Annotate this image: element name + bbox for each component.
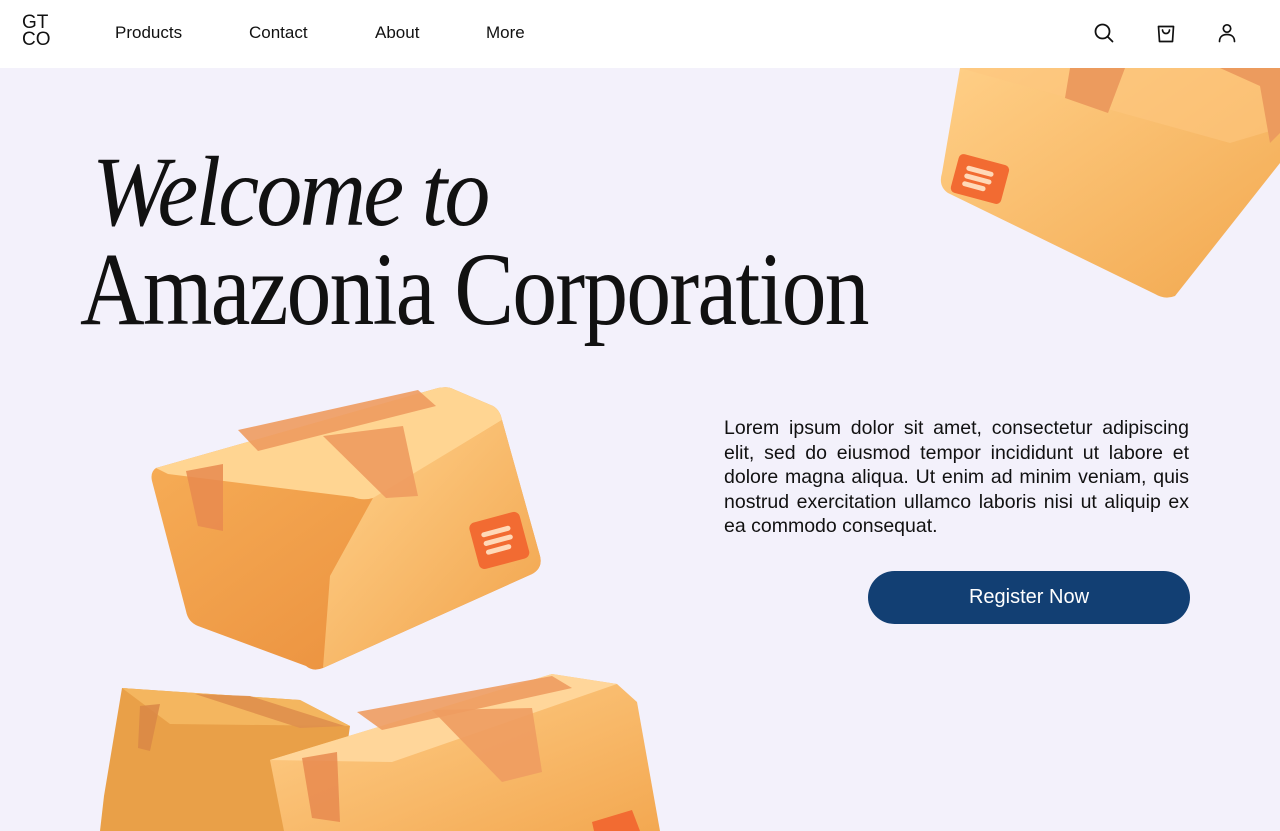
user-icon[interactable] [1215,21,1239,45]
brand-logo[interactable]: GT CO [22,13,62,50]
hero-headline: Welcome to Amazonia Corporation [80,136,996,347]
search-icon[interactable] [1092,21,1116,45]
nav-link-products[interactable]: Products [115,23,182,43]
hero-title-line-1: Welcome to [92,136,490,247]
shopping-bag-icon[interactable] [1154,21,1178,45]
hero-description: Lorem ipsum dolor sit amet, consectetur … [724,417,1189,537]
nav-link-about[interactable]: About [375,23,419,43]
register-now-button[interactable]: Register Now [868,571,1190,624]
nav-link-more[interactable]: More [486,23,525,43]
hero-title-line-2: Amazonia Corporation [80,232,869,347]
top-navigation-bar: GT CO Products Contact About More [0,0,1280,68]
cardboard-box-middle [151,387,541,670]
logo-line-2: CO [22,29,51,50]
cardboard-box-bottom-center [270,674,660,831]
nav-link-contact[interactable]: Contact [249,23,308,43]
